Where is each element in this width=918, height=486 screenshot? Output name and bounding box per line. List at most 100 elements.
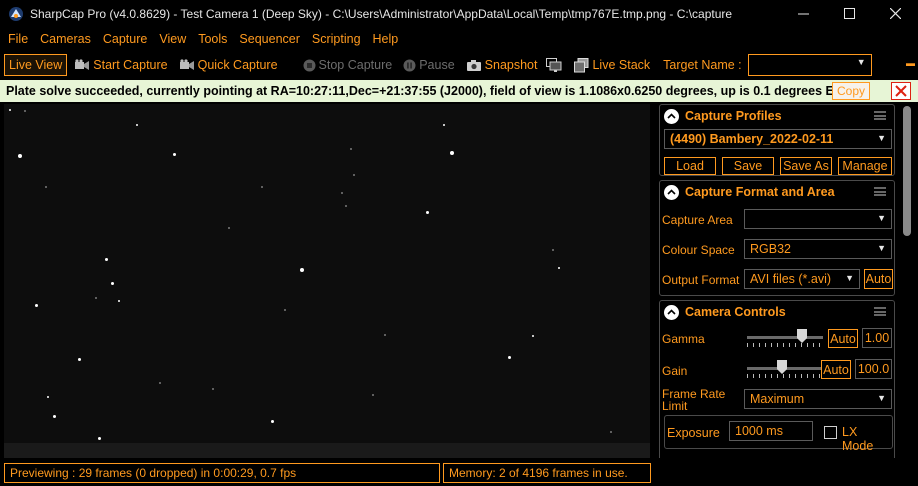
menu-capture[interactable]: Capture xyxy=(97,32,153,46)
video-camera-icon xyxy=(74,59,90,71)
gain-slider[interactable] xyxy=(747,359,823,379)
chevron-down-icon: ▼ xyxy=(877,393,886,403)
menu-tools[interactable]: Tools xyxy=(192,32,233,46)
star xyxy=(345,205,347,207)
gain-slider-thumb[interactable] xyxy=(777,360,787,374)
save-profile-button[interactable]: Save xyxy=(722,157,774,175)
lx-mode-checkbox[interactable] xyxy=(824,426,837,439)
menu-scripting[interactable]: Scripting xyxy=(306,32,367,46)
star xyxy=(9,109,11,111)
menu-sequencer[interactable]: Sequencer xyxy=(233,32,305,46)
load-profile-button[interactable]: Load xyxy=(664,157,716,175)
star xyxy=(508,356,511,359)
plate-solve-notification: Plate solve succeeded, currently pointin… xyxy=(0,80,918,102)
stack-icon xyxy=(574,57,589,73)
snapshot-label: Snapshot xyxy=(484,58,538,72)
copy-button[interactable]: Copy xyxy=(832,82,870,100)
gain-auto-button[interactable]: Auto xyxy=(821,360,851,379)
star xyxy=(341,192,343,194)
menu-file[interactable]: File xyxy=(2,32,34,46)
live-view-button[interactable]: Live View xyxy=(4,54,68,76)
camera-controls-group: Camera Controls Gamma Auto 1.00 Gain Aut… xyxy=(659,300,895,458)
star xyxy=(159,382,161,384)
video-camera-fast-icon xyxy=(179,59,195,71)
colour-space-select[interactable]: RGB32 ▼ xyxy=(744,239,892,259)
output-format-auto-button[interactable]: Auto xyxy=(864,269,893,289)
monitor-stack-icon xyxy=(546,58,562,72)
stop-capture-button[interactable]: Stop Capture xyxy=(299,54,397,76)
preview-status: Previewing : 29 frames (0 dropped) in 0:… xyxy=(4,463,440,483)
target-name-combobox[interactable]: ▼ xyxy=(747,54,872,76)
gamma-auto-button[interactable]: Auto xyxy=(828,329,858,348)
menu-bar: File Cameras Capture View Tools Sequence… xyxy=(0,27,918,51)
pause-icon xyxy=(403,59,416,72)
capture-format-header[interactable]: Capture Format and Area xyxy=(660,181,894,203)
star xyxy=(532,335,534,337)
gain-value[interactable]: 100.0 xyxy=(855,359,892,379)
chevron-down-icon: ▼ xyxy=(845,273,854,283)
quick-capture-button[interactable]: Quick Capture xyxy=(175,54,282,76)
control-panel-scrollbar[interactable] xyxy=(898,104,916,458)
frame-rate-limit-label: Frame Rate Limit xyxy=(662,387,726,413)
exposure-value[interactable]: 1000 ms xyxy=(729,421,813,441)
camera-controls-header[interactable]: Camera Controls xyxy=(660,301,894,323)
gamma-slider[interactable] xyxy=(747,328,823,348)
quick-capture-label: Quick Capture xyxy=(197,58,278,72)
live-stack-button[interactable]: Live Stack xyxy=(570,54,654,76)
drag-handle-icon[interactable] xyxy=(874,307,886,316)
title-bar: SharpCap Pro (v4.0.8629) - Test Camera 1… xyxy=(0,0,918,27)
live-stack-label: Live Stack xyxy=(592,58,651,72)
drag-handle-icon[interactable] xyxy=(874,111,886,120)
drag-handle-icon[interactable] xyxy=(874,187,886,196)
capture-area-select[interactable]: ▼ xyxy=(744,209,892,229)
exposure-label: Exposure xyxy=(667,426,720,440)
star xyxy=(261,186,263,188)
stop-icon xyxy=(303,59,316,72)
menu-help[interactable]: Help xyxy=(367,32,405,46)
output-format-select[interactable]: AVI files (*.avi) ▼ xyxy=(744,269,860,289)
sharpcap-logo-icon xyxy=(8,6,24,22)
start-capture-button[interactable]: Start Capture xyxy=(70,54,171,76)
star xyxy=(372,394,374,396)
collapse-up-icon[interactable] xyxy=(664,108,679,124)
snapshot-button[interactable]: Snapshot xyxy=(462,54,542,76)
capture-profile-select[interactable]: (4490) Bambery_2022-02-11 ▼ xyxy=(664,129,892,149)
close-notification-button[interactable] xyxy=(891,82,911,100)
star xyxy=(18,154,22,158)
frame-rate-limit-select[interactable]: Maximum ▼ xyxy=(744,389,892,409)
window-title: SharpCap Pro (v4.0.8629) - Test Camera 1… xyxy=(30,6,733,21)
star xyxy=(384,334,386,336)
colour-space-label: Colour Space xyxy=(662,243,735,257)
star xyxy=(426,211,429,214)
menu-view[interactable]: View xyxy=(153,32,192,46)
toolbar-overflow-icon[interactable]: ▬ xyxy=(906,58,915,68)
frame-settings-button[interactable] xyxy=(544,54,567,76)
collapse-up-icon[interactable] xyxy=(664,184,679,200)
gain-label: Gain xyxy=(662,364,688,378)
minimize-button[interactable] xyxy=(780,0,826,27)
manage-profiles-button[interactable]: Manage xyxy=(838,157,892,175)
notification-text: Plate solve succeeded, currently pointin… xyxy=(6,84,866,98)
pause-button[interactable]: Pause xyxy=(399,54,458,76)
star xyxy=(98,437,101,440)
close-icon xyxy=(889,8,901,19)
close-window-button[interactable] xyxy=(872,0,918,27)
capture-area-label: Capture Area xyxy=(662,213,733,227)
chevron-down-icon: ▼ xyxy=(877,243,886,253)
live-image-view[interactable] xyxy=(4,104,650,458)
star xyxy=(173,153,176,156)
camera-icon xyxy=(466,59,482,72)
maximize-icon xyxy=(843,8,855,19)
collapse-up-icon[interactable] xyxy=(664,304,679,320)
save-as-profile-button[interactable]: Save As xyxy=(780,157,832,175)
stop-capture-label: Stop Capture xyxy=(318,58,393,72)
gamma-slider-thumb[interactable] xyxy=(797,329,807,343)
capture-format-group: Capture Format and Area Capture Area ▼ C… xyxy=(659,180,895,296)
maximize-button[interactable] xyxy=(826,0,872,27)
exposure-control: Exposure 1000 ms LX Mode xyxy=(664,415,893,453)
scrollbar-thumb[interactable] xyxy=(903,106,911,236)
menu-cameras[interactable]: Cameras xyxy=(34,32,97,46)
frame-rate-limit-value: Maximum xyxy=(750,392,805,406)
capture-profiles-header[interactable]: Capture Profiles xyxy=(660,105,894,127)
gamma-value[interactable]: 1.00 xyxy=(862,328,892,348)
